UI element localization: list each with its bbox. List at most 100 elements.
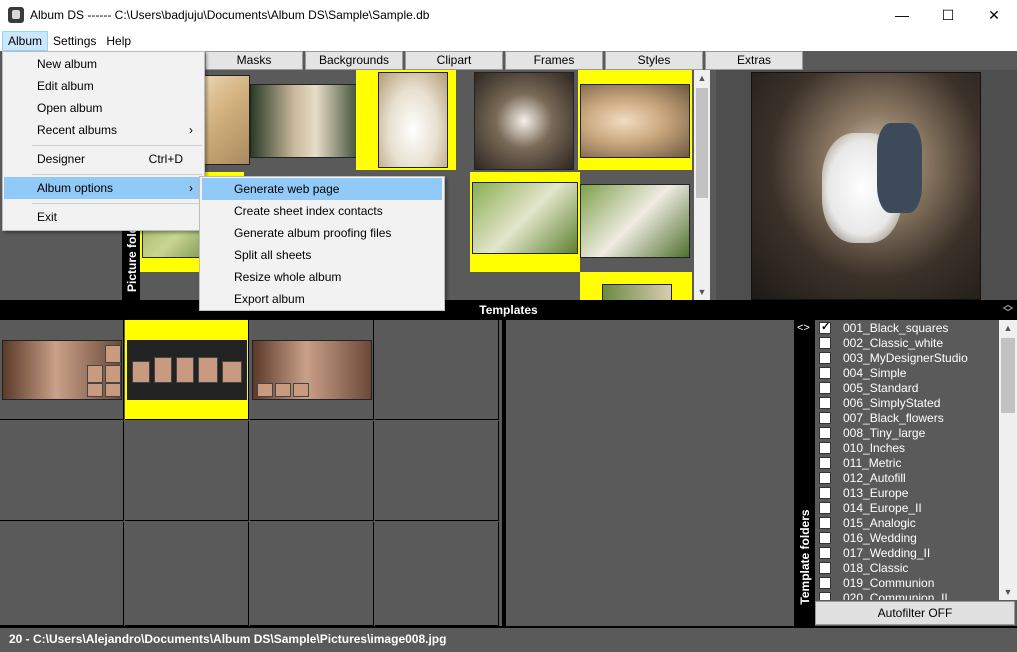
minimize-button[interactable]: — (879, 0, 925, 30)
template-cell[interactable] (375, 522, 499, 626)
photo-cell-selected[interactable] (580, 272, 692, 300)
tab-frames[interactable]: Frames (505, 51, 603, 70)
tab-clipart[interactable]: Clipart (405, 51, 503, 70)
menu-item-exit[interactable]: Exit (4, 206, 203, 228)
template-cell[interactable] (250, 421, 374, 521)
submenu-item-export-album[interactable]: Export album (202, 288, 442, 310)
template-folder-item[interactable]: 017_Wedding_II (815, 545, 999, 560)
checkbox[interactable] (819, 381, 831, 394)
mini (132, 361, 150, 383)
checkbox[interactable] (819, 516, 831, 529)
photo-cell[interactable] (580, 172, 692, 272)
tab-extras[interactable]: Extras (705, 51, 803, 70)
template-cell[interactable] (250, 522, 374, 626)
photo-cell-selected[interactable] (578, 70, 692, 170)
submenu-item-split-sheets[interactable]: Split all sheets (202, 244, 442, 266)
tab-masks[interactable]: Masks (205, 51, 303, 70)
template-folder-item[interactable]: 016_Wedding (815, 530, 999, 545)
menu-album[interactable]: Album (2, 30, 49, 51)
template-folder-item[interactable]: 002_Classic_white (815, 335, 999, 350)
checkbox[interactable] (819, 426, 831, 439)
menu-item-open-album[interactable]: Open album (4, 97, 203, 119)
template-folder-item[interactable]: 006_SimplyStated (815, 395, 999, 410)
template-folder-item[interactable]: 019_Communion (815, 575, 999, 590)
collapse-arrows-icon[interactable]: <> (797, 322, 810, 334)
tab-styles[interactable]: Styles (605, 51, 703, 70)
expand-collapse-icon[interactable]: ︿ ﹀ (1003, 301, 1013, 319)
submenu-item-resize-album[interactable]: Resize whole album (202, 266, 442, 288)
scroll-thumb[interactable] (1001, 338, 1015, 413)
template-cell[interactable] (125, 522, 249, 626)
checkbox[interactable] (819, 501, 831, 514)
template-cell[interactable] (375, 421, 499, 521)
menu-item-new-album[interactable]: New album (4, 53, 203, 75)
checkbox[interactable] (819, 486, 831, 499)
template-folder-item[interactable]: 014_Europe_II (815, 500, 999, 515)
checkbox[interactable] (819, 320, 831, 334)
span: Recent albums (37, 123, 118, 137)
template-folder-item[interactable]: 011_Metric (815, 455, 999, 470)
checkbox[interactable] (819, 351, 831, 364)
menu-settings[interactable]: Settings (48, 32, 101, 50)
checkbox[interactable] (819, 471, 831, 484)
template-folder-item[interactable]: 015_Analogic (815, 515, 999, 530)
templates-grid (0, 320, 502, 626)
submenu-item-create-sheet-index[interactable]: Create sheet index contacts (202, 200, 442, 222)
checkbox[interactable] (819, 576, 831, 589)
template-folder-item[interactable]: 001_Black_squares (815, 320, 999, 335)
menu-item-edit-album[interactable]: Edit album (4, 75, 203, 97)
menu-help[interactable]: Help (101, 32, 136, 50)
close-button[interactable]: ✕ (971, 0, 1017, 30)
checkbox[interactable] (819, 456, 831, 469)
template-cell[interactable] (0, 421, 124, 521)
submenu-item-generate-proofing[interactable]: Generate album proofing files (202, 222, 442, 244)
folder-list-scrollbar[interactable]: ▲ ▼ (999, 320, 1017, 600)
checkbox[interactable] (819, 396, 831, 409)
template-folder-item[interactable]: 010_Inches (815, 440, 999, 455)
mini (105, 383, 121, 397)
template-folder-item[interactable]: 018_Classic (815, 560, 999, 575)
template-cell[interactable] (250, 320, 374, 420)
scroll-down-icon[interactable]: ▼ (999, 584, 1017, 600)
maximize-button[interactable]: ☐ (925, 0, 971, 30)
scroll-thumb[interactable] (696, 88, 708, 198)
template-folder-item[interactable]: 020_Communion_II (815, 590, 999, 600)
scroll-up-icon[interactable]: ▲ (694, 70, 710, 86)
checkbox[interactable] (819, 546, 831, 559)
photo-cell[interactable] (250, 70, 360, 170)
checkbox[interactable] (819, 366, 831, 379)
template-folder-label: 019_Communion (843, 575, 935, 590)
photo-cell[interactable] (472, 70, 574, 170)
menu-item-album-options[interactable]: Album options › (4, 177, 203, 199)
checkbox[interactable] (819, 561, 831, 574)
photo-cell-selected[interactable] (356, 70, 456, 170)
template-folder-item[interactable]: 004_Simple (815, 365, 999, 380)
autofilter-button[interactable]: Autofilter OFF (815, 601, 1015, 625)
photo-cell-selected[interactable] (470, 172, 580, 272)
checkbox[interactable] (819, 336, 831, 349)
template-folder-item[interactable]: 007_Black_flowers (815, 410, 999, 425)
checkbox[interactable] (819, 441, 831, 454)
checkbox[interactable] (819, 411, 831, 424)
template-cell[interactable] (0, 320, 124, 420)
tab-backgrounds[interactable]: Backgrounds (305, 51, 403, 70)
template-folder-item[interactable]: 005_Standard (815, 380, 999, 395)
template-cell[interactable] (375, 320, 499, 420)
template-folder-item[interactable]: 012_Autofill (815, 470, 999, 485)
menu-item-recent-albums[interactable]: Recent albums › (4, 119, 203, 141)
template-folder-item[interactable]: 013_Europe (815, 485, 999, 500)
template-folder-item[interactable]: 008_Tiny_large (815, 425, 999, 440)
checkbox[interactable] (819, 591, 831, 600)
mini (198, 357, 218, 383)
template-cell[interactable] (125, 421, 249, 521)
template-folder-item[interactable]: 003_MyDesignerStudio (815, 350, 999, 365)
template-folders-label: <> Template folders (794, 320, 815, 626)
scroll-up-icon[interactable]: ▲ (999, 320, 1017, 336)
template-cell[interactable] (0, 522, 124, 626)
scroll-down-icon[interactable]: ▼ (694, 284, 710, 300)
template-cell-selected[interactable] (125, 320, 249, 420)
submenu-item-generate-web-page[interactable]: Generate web page (202, 178, 442, 200)
checkbox[interactable] (819, 531, 831, 544)
picture-grid-scrollbar[interactable]: ▲ ▼ (694, 70, 710, 300)
menu-item-designer[interactable]: Designer Ctrl+D (4, 148, 203, 170)
